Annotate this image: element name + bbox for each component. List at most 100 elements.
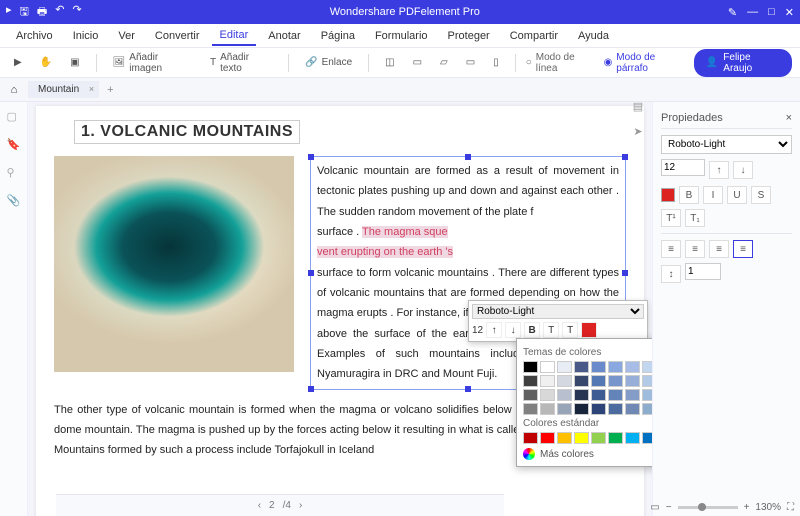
theme-color-swatch[interactable] <box>574 389 589 401</box>
share-rail-icon[interactable]: ➤ <box>633 125 642 138</box>
theme-color-swatch[interactable] <box>591 375 606 387</box>
undo-icon[interactable]: ↶ <box>55 3 64 22</box>
zoom-in-icon[interactable]: + <box>744 502 750 513</box>
theme-color-swatch[interactable] <box>523 389 538 401</box>
next-page-icon[interactable]: › <box>299 500 302 511</box>
theme-color-swatch[interactable] <box>608 389 623 401</box>
document-canvas[interactable]: 1. VOLCANIC MOUNTAINS Volcanic mountain … <box>28 102 652 516</box>
minimize-icon[interactable]: — <box>747 6 758 18</box>
menu-ayuda[interactable]: Ayuda <box>570 27 617 45</box>
text2-icon[interactable]: T <box>562 322 578 338</box>
bookmarks-icon[interactable]: 🔖 <box>7 138 21 152</box>
home-tab-icon[interactable]: ⌂ <box>6 84 22 96</box>
superscript-icon[interactable]: T¹ <box>661 209 681 227</box>
volcano-image[interactable] <box>54 156 294 372</box>
shape3-icon[interactable]: ▯ <box>487 54 505 71</box>
text-icon[interactable]: T <box>543 322 559 338</box>
size-input[interactable] <box>661 159 705 176</box>
theme-color-swatch[interactable] <box>608 361 623 373</box>
menu-formulario[interactable]: Formulario <box>367 27 436 45</box>
menu-inicio[interactable]: Inicio <box>65 27 107 45</box>
comment-rail-icon[interactable]: ▤ <box>633 100 643 113</box>
theme-color-swatch[interactable] <box>642 389 652 401</box>
bold-button[interactable]: B <box>679 186 699 204</box>
theme-color-swatch[interactable] <box>523 375 538 387</box>
theme-color-swatch[interactable] <box>557 375 572 387</box>
menu-pagina[interactable]: Página <box>313 27 363 45</box>
maximize-icon[interactable]: □ <box>768 6 775 18</box>
theme-color-swatch[interactable] <box>540 361 555 373</box>
theme-color-swatch[interactable] <box>625 361 640 373</box>
redo-icon[interactable]: ↷ <box>73 3 82 22</box>
theme-color-swatch[interactable] <box>540 375 555 387</box>
strike-button[interactable]: S <box>751 186 771 204</box>
menu-ver[interactable]: Ver <box>110 27 143 45</box>
theme-color-swatch[interactable] <box>574 375 589 387</box>
crop-icon[interactable]: ◫ <box>379 54 400 71</box>
subscript-icon[interactable]: T₁ <box>685 209 705 227</box>
theme-color-swatch[interactable] <box>523 403 538 415</box>
align-right-icon[interactable]: ≡ <box>709 240 729 258</box>
document-tab[interactable]: Mountain× <box>28 81 99 98</box>
tab-close-icon[interactable]: × <box>89 84 94 94</box>
zoom-out-icon[interactable]: − <box>666 502 672 513</box>
theme-color-swatch[interactable] <box>523 361 538 373</box>
add-text-button[interactable]: T Añadir texto <box>204 49 278 77</box>
thumbnails-icon[interactable]: ▢ <box>7 110 21 124</box>
underline-button[interactable]: U <box>727 186 747 204</box>
menu-compartir[interactable]: Compartir <box>502 27 566 45</box>
theme-color-swatch[interactable] <box>557 389 572 401</box>
theme-color-swatch[interactable] <box>540 403 555 415</box>
zoom-slider[interactable] <box>678 506 738 509</box>
fullscreen-icon[interactable]: ⛶ <box>787 502 794 513</box>
theme-color-swatch[interactable] <box>591 403 606 415</box>
link-button[interactable]: 🔗 Enlace <box>299 54 358 71</box>
spacing-icon[interactable]: ↕ <box>661 265 681 283</box>
theme-color-swatch[interactable] <box>574 361 589 373</box>
std-color-swatch[interactable] <box>523 432 538 444</box>
notify-icon[interactable]: ✎ <box>728 6 737 19</box>
new-tab-icon[interactable]: + <box>107 84 113 96</box>
select-tool[interactable]: ▶ <box>8 54 28 71</box>
more-colors-button[interactable]: Más colores <box>523 448 652 460</box>
user-button[interactable]: 👤 Felipe Araujo <box>694 49 792 77</box>
std-color-swatch[interactable] <box>608 432 623 444</box>
hand-tool[interactable]: ✋ <box>34 54 58 71</box>
highlighted-text[interactable]: The magma sque <box>362 226 448 238</box>
menu-proteger[interactable]: Proteger <box>440 27 498 45</box>
print-icon[interactable]: 🖶 <box>37 3 47 22</box>
theme-color-swatch[interactable] <box>642 403 652 415</box>
panel-close-icon[interactable]: × <box>786 112 792 124</box>
line-mode[interactable]: ○ Modo de línea <box>526 52 598 74</box>
theme-color-swatch[interactable] <box>557 361 572 373</box>
search-rail-icon[interactable]: ⚲ <box>7 166 21 180</box>
theme-color-swatch[interactable] <box>540 389 555 401</box>
float-font-select[interactable]: Roboto-Light <box>472 304 644 319</box>
size-dec-icon[interactable]: ↓ <box>733 161 753 179</box>
para-mode[interactable]: ◉ Modo de párrafo <box>604 52 688 74</box>
fit-icon[interactable]: ▭ <box>650 502 659 513</box>
menu-editar[interactable]: Editar <box>212 26 257 46</box>
menu-archivo[interactable]: Archivo <box>8 27 61 45</box>
theme-color-swatch[interactable] <box>625 403 640 415</box>
theme-color-swatch[interactable] <box>591 389 606 401</box>
theme-color-swatch[interactable] <box>574 403 589 415</box>
text-color-swatch[interactable] <box>661 188 675 202</box>
bold-icon[interactable]: B <box>524 322 540 338</box>
theme-color-swatch[interactable] <box>591 361 606 373</box>
align-left-icon[interactable]: ≡ <box>661 240 681 258</box>
size-down-icon[interactable]: ↓ <box>505 322 521 338</box>
size-inc-icon[interactable]: ↑ <box>709 161 729 179</box>
shape2-icon[interactable]: ▭ <box>460 54 481 71</box>
std-color-swatch[interactable] <box>557 432 572 444</box>
italic-button[interactable]: I <box>703 186 723 204</box>
size-up-icon[interactable]: ↑ <box>486 322 502 338</box>
theme-color-swatch[interactable] <box>608 375 623 387</box>
prev-page-icon[interactable]: ‹ <box>258 500 261 511</box>
page-number[interactable]: 2 <box>269 500 275 511</box>
menu-convertir[interactable]: Convertir <box>147 27 208 45</box>
font-select[interactable]: Roboto-Light <box>661 135 792 154</box>
std-color-swatch[interactable] <box>642 432 652 444</box>
align-center-icon[interactable]: ≡ <box>685 240 705 258</box>
color-picker-popup[interactable]: Temas de colores Colores estándar Más co… <box>516 338 652 467</box>
